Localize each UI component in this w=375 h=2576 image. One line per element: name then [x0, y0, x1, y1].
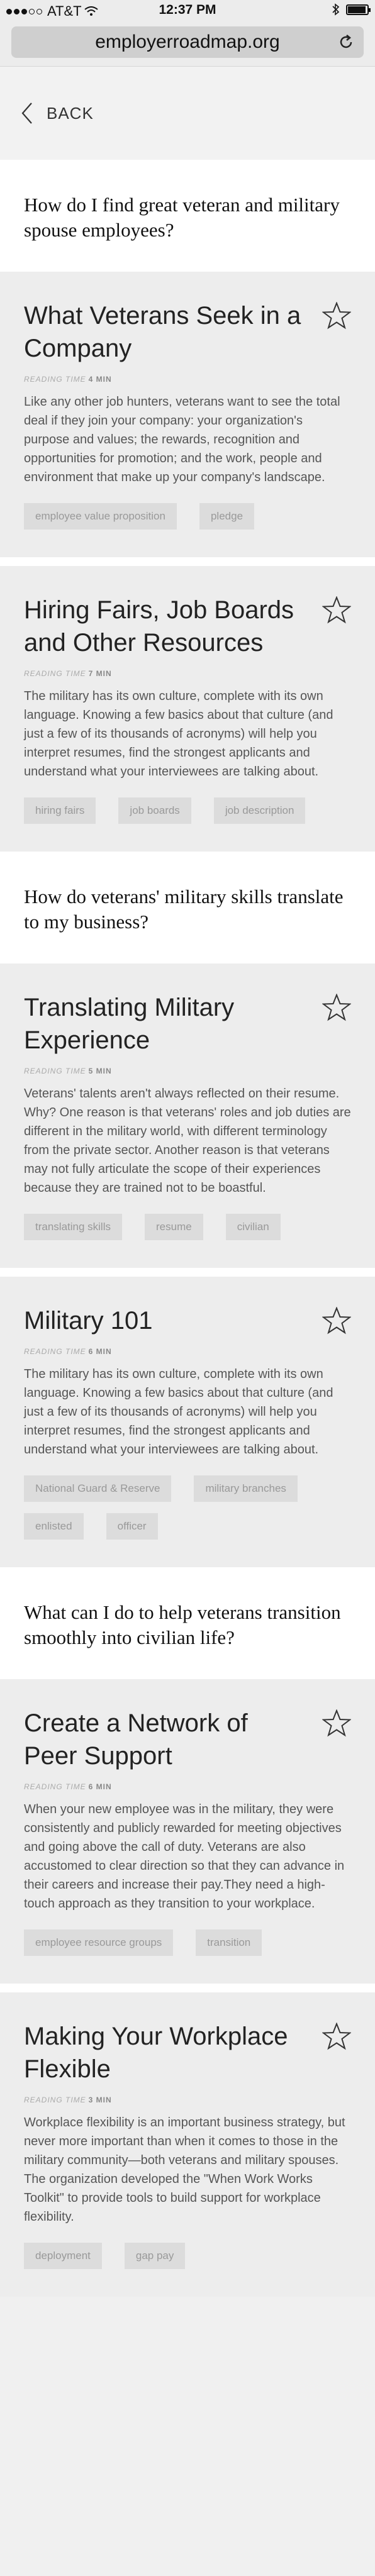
reload-icon[interactable] — [337, 33, 355, 51]
reading-time-value: 5 MIN — [88, 1067, 112, 1075]
article-description: When your new employee was in the milita… — [24, 1802, 345, 1911]
reading-time: READING TIME 6 MIN — [24, 1347, 351, 1356]
reading-time-label: READING TIME — [24, 669, 86, 678]
tag-chip[interactable]: deployment — [24, 2243, 102, 2269]
bluetooth-icon — [332, 3, 340, 16]
article-title[interactable]: Making Your Workplace Flexible — [24, 2020, 351, 2085]
article-card[interactable]: What Veterans Seek in a Company READING … — [0, 272, 375, 557]
reading-time: READING TIME 5 MIN — [24, 1067, 351, 1075]
article-card[interactable]: Making Your Workplace Flexible READING T… — [0, 1992, 375, 2297]
back-label: BACK — [47, 103, 94, 123]
tag-chip[interactable]: resume — [145, 1214, 203, 1240]
reading-time-label: READING TIME — [24, 1347, 86, 1356]
star-icon[interactable] — [322, 2023, 351, 2050]
article-description: Workplace flexibility is an important bu… — [24, 2116, 345, 2224]
article-title[interactable]: Military 101 — [24, 1304, 351, 1337]
reading-time: READING TIME 6 MIN — [24, 1782, 351, 1791]
tag-list: deployment gap pay — [24, 2243, 351, 2269]
article-title[interactable]: Translating Military Experience — [24, 991, 351, 1057]
tag-chip[interactable]: job boards — [118, 797, 191, 824]
reading-time-value: 6 MIN — [88, 1782, 112, 1791]
browser-toolbar: employerroadmap.org — [0, 23, 375, 67]
tag-chip[interactable]: enlisted — [24, 1513, 84, 1540]
tag-chip[interactable]: gap pay — [124, 2243, 186, 2269]
article-card[interactable]: Military 101 READING TIME 6 MIN The milita… — [0, 1277, 375, 1567]
reading-time-value: 7 MIN — [88, 669, 112, 678]
tag-list: translating skills resume civilian — [24, 1214, 351, 1240]
tag-list: employee resource groups transition — [24, 1929, 351, 1956]
card-separator — [0, 1268, 375, 1277]
reading-time-label: READING TIME — [24, 1067, 86, 1075]
tag-chip[interactable]: officer — [106, 1513, 158, 1540]
tag-chip[interactable]: employee value proposition — [24, 503, 177, 530]
battery-icon — [346, 4, 371, 15]
url-text: employerroadmap.org — [95, 31, 280, 52]
reading-time-label: READING TIME — [24, 2096, 86, 2104]
article-description: Like any other job hunters, veterans wan… — [24, 395, 340, 484]
address-bar[interactable]: employerroadmap.org — [11, 26, 364, 58]
back-button[interactable]: BACK — [0, 67, 375, 160]
reading-time-value: 6 MIN — [88, 1347, 112, 1356]
star-icon[interactable] — [322, 1307, 351, 1335]
section-question: What can I do to help veterans transitio… — [0, 1567, 375, 1679]
tag-list: hiring fairs job boards job description — [24, 797, 351, 824]
article-description: Veterans' talents aren't always reflecte… — [24, 1087, 351, 1195]
article-title[interactable]: Hiring Fairs, Job Boards and Other Resou… — [24, 594, 351, 659]
content-list: How do I find great veteran and military… — [0, 160, 375, 2297]
reading-time: READING TIME 7 MIN — [24, 669, 351, 678]
tag-list: employee value proposition pledge — [24, 503, 351, 530]
tag-chip[interactable]: military branches — [194, 1475, 298, 1502]
reading-time-label: READING TIME — [24, 1782, 86, 1791]
star-icon[interactable] — [322, 302, 351, 330]
article-title[interactable]: Create a Network of Peer Support — [24, 1707, 351, 1772]
star-icon[interactable] — [322, 596, 351, 624]
tag-chip[interactable]: civilian — [225, 1214, 281, 1240]
card-separator — [0, 557, 375, 566]
section-question: How do I find great veteran and military… — [0, 160, 375, 272]
article-description: The military has its own culture, comple… — [24, 1367, 333, 1457]
status-time: 12:37 PM — [159, 3, 216, 17]
reading-time: READING TIME 3 MIN — [24, 2096, 351, 2104]
reading-time: READING TIME 4 MIN — [24, 375, 351, 384]
reading-time-value: 4 MIN — [88, 375, 112, 384]
article-card[interactable]: Hiring Fairs, Job Boards and Other Resou… — [0, 566, 375, 852]
tag-chip[interactable]: National Guard & Reserve — [24, 1475, 172, 1502]
reading-time-value: 3 MIN — [88, 2096, 112, 2104]
section-question: How do veterans' military skills transla… — [0, 852, 375, 963]
tag-list: National Guard & Reserve military branche… — [24, 1475, 351, 1540]
tag-chip[interactable]: translating skills — [24, 1214, 122, 1240]
card-separator — [0, 1984, 375, 1992]
star-icon[interactable] — [322, 1709, 351, 1737]
article-card[interactable]: Create a Network of Peer Support READING… — [0, 1679, 375, 1984]
reading-time-label: READING TIME — [24, 375, 86, 384]
star-icon[interactable] — [322, 994, 351, 1021]
status-bar: AT&T 12:37 PM — [0, 0, 375, 23]
tag-chip[interactable]: pledge — [199, 503, 255, 530]
tag-chip[interactable]: transition — [196, 1929, 262, 1956]
article-description: The military has its own culture, comple… — [24, 689, 333, 779]
tag-chip[interactable]: job description — [213, 797, 306, 824]
tag-chip[interactable]: employee resource groups — [24, 1929, 174, 1956]
article-card[interactable]: Translating Military Experience READING … — [0, 963, 375, 1268]
tag-chip[interactable]: hiring fairs — [24, 797, 96, 824]
chevron-left-icon — [21, 103, 32, 124]
article-title[interactable]: What Veterans Seek in a Company — [24, 299, 351, 365]
